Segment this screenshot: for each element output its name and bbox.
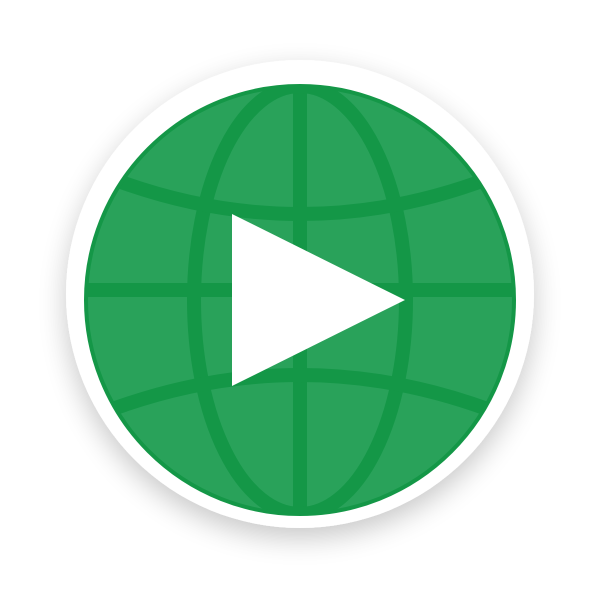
- globe-play-icon: [66, 60, 534, 528]
- app-icon-canvas: [0, 0, 600, 600]
